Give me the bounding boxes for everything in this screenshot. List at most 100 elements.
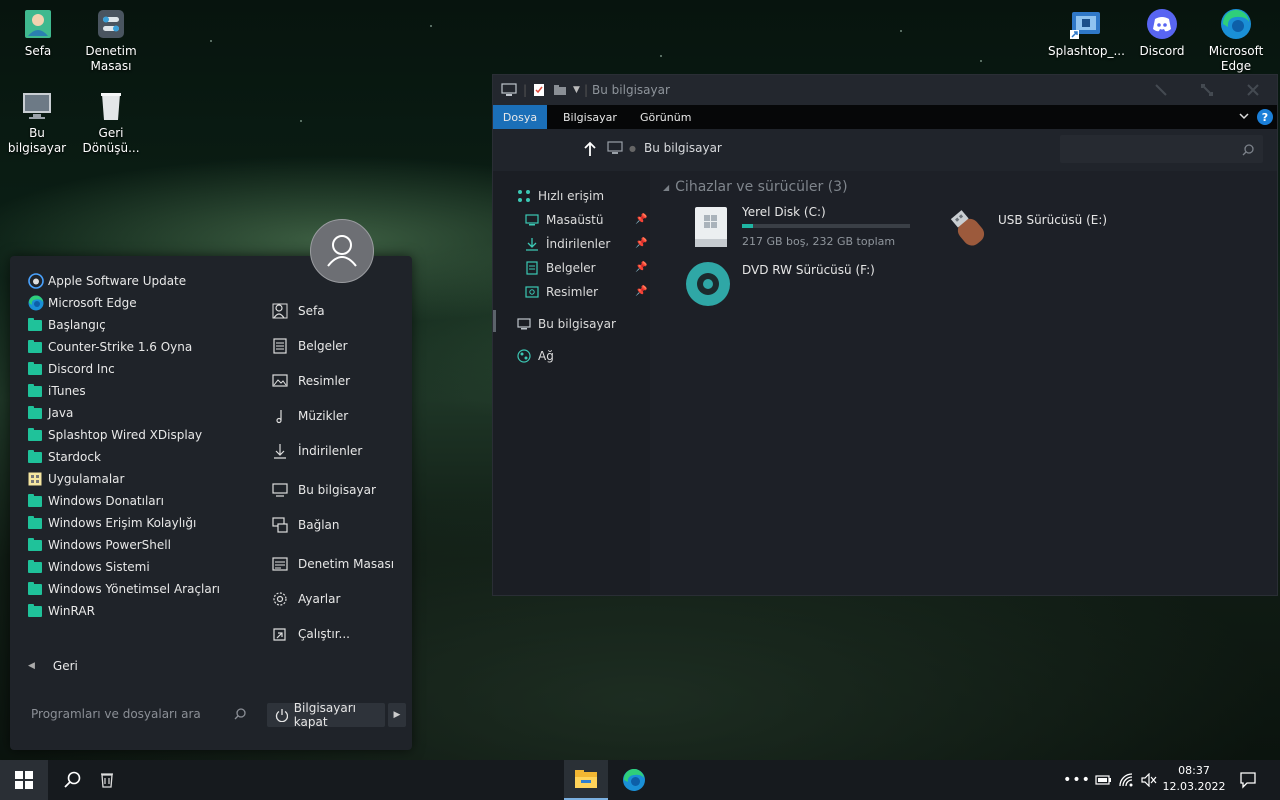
- taskbar-recycle-button[interactable]: [94, 760, 120, 800]
- program-item[interactable]: Windows PowerShell: [28, 534, 171, 556]
- back-button[interactable]: ◀ Geri: [28, 655, 78, 677]
- start-right-item[interactable]: Ayarlar: [272, 588, 340, 610]
- section-header[interactable]: ◢ Cihazlar ve sürücüler (3): [663, 179, 848, 195]
- program-item[interactable]: Java: [28, 402, 73, 424]
- desktop-icon-sefa[interactable]: Sefa: [0, 8, 76, 59]
- start-right-item[interactable]: Belgeler: [272, 335, 348, 357]
- program-item[interactable]: Windows Yönetimsel Araçları: [28, 578, 220, 600]
- program-label: WinRAR: [48, 604, 95, 618]
- pin-icon[interactable]: 📌: [635, 262, 647, 273]
- program-item[interactable]: Splashtop Wired XDisplay: [28, 424, 202, 446]
- start-right-item[interactable]: Bu bilgisayar: [272, 479, 376, 501]
- taskbar-explorer-button[interactable]: [564, 760, 608, 800]
- new-folder-icon[interactable]: [553, 84, 567, 96]
- desktop-icon-control-panel[interactable]: Denetim Masası: [73, 8, 149, 74]
- taskbar-edge-button[interactable]: [612, 760, 656, 800]
- search-box[interactable]: [1060, 135, 1263, 163]
- taskbar: ••• 08:37 12.03.2022: [0, 760, 1280, 800]
- program-item[interactable]: WinRAR: [28, 600, 95, 622]
- nav-documents[interactable]: Belgeler: [525, 258, 596, 278]
- start-right-item[interactable]: Çalıştır...: [272, 623, 350, 645]
- nav-desktop[interactable]: Masaüstü: [525, 210, 603, 230]
- start-right-item[interactable]: Bağlan: [272, 514, 340, 536]
- drive-f[interactable]: DVD RW Sürücüsü (F:): [686, 261, 931, 307]
- desktop-icon-this-pc[interactable]: Bu bilgisayar: [0, 90, 75, 156]
- battery-icon[interactable]: [1092, 760, 1114, 800]
- minimize-icon[interactable]: [1153, 82, 1169, 101]
- pin-icon[interactable]: 📌: [635, 286, 647, 297]
- tab-gorunum[interactable]: Görünüm: [640, 105, 691, 129]
- program-item[interactable]: Counter-Strike 1.6 Oyna: [28, 336, 192, 358]
- start-right-item[interactable]: Resimler: [272, 370, 350, 392]
- tab-dosya[interactable]: Dosya: [493, 105, 547, 129]
- star: [980, 60, 982, 62]
- program-item[interactable]: Windows Erişim Kolaylığı: [28, 512, 196, 534]
- start-right-item[interactable]: Sefa: [272, 300, 325, 322]
- program-item[interactable]: Microsoft Edge: [28, 292, 137, 314]
- pin-icon[interactable]: 📌: [635, 214, 647, 225]
- picture-icon: [272, 373, 288, 389]
- program-item[interactable]: Windows Sistemi: [28, 556, 150, 578]
- maximize-icon[interactable]: [1199, 82, 1215, 101]
- chevron-down-icon[interactable]: [1238, 110, 1250, 125]
- nav-network[interactable]: Ağ: [517, 346, 554, 366]
- power-button[interactable]: Bilgisayarı kapat: [267, 701, 385, 729]
- start-right-label: Sefa: [298, 304, 325, 318]
- nav-this-pc[interactable]: Bu bilgisayar: [517, 314, 616, 334]
- desktop-icon-discord[interactable]: Discord: [1124, 8, 1200, 59]
- desktop-icon-label: Geri Dönüşü...: [82, 126, 140, 155]
- start-right-label: Bu bilgisayar: [298, 483, 376, 497]
- start-right-item[interactable]: İndirilenler: [272, 440, 362, 462]
- program-item[interactable]: Uygulamalar: [28, 468, 124, 490]
- customize-toolbar-icon[interactable]: ▼: [573, 85, 580, 95]
- nav-downloads[interactable]: İndirilenler: [525, 234, 610, 254]
- folder-icon: [28, 581, 42, 595]
- program-item[interactable]: Apple Software Update: [28, 270, 186, 292]
- desktop-icon-recycle-bin[interactable]: Geri Dönüşü...: [73, 90, 149, 156]
- drive-c[interactable]: Yerel Disk (C:) 217 GB boş, 232 GB topla…: [691, 205, 931, 251]
- program-item[interactable]: Başlangıç: [28, 314, 106, 336]
- drive-usage-bar: [742, 224, 910, 228]
- desktop-icon-splashtop[interactable]: Splashtop_...: [1048, 8, 1125, 59]
- program-item[interactable]: Stardock: [28, 446, 101, 468]
- taskbar-search-button[interactable]: [56, 760, 88, 800]
- search-icon: [64, 771, 81, 788]
- program-item[interactable]: Discord Inc: [28, 358, 115, 380]
- start-right-label: Resimler: [298, 374, 351, 388]
- program-item[interactable]: Windows Donatıları: [28, 490, 164, 512]
- pin-icon[interactable]: 📌: [635, 238, 647, 249]
- program-label: Java: [48, 406, 74, 420]
- desktop-icon-edge[interactable]: Microsoft Edge: [1198, 8, 1274, 74]
- search-input[interactable]: Programları ve dosyaları ara: [20, 700, 246, 728]
- start-right-item[interactable]: Denetim Masası: [272, 553, 394, 575]
- chevron-left-icon: ◀: [28, 661, 35, 671]
- computer-icon: [21, 90, 53, 122]
- action-center-button[interactable]: [1232, 760, 1264, 800]
- start-button[interactable]: [0, 760, 48, 800]
- breadcrumb[interactable]: ● Bu bilgisayar: [607, 141, 722, 155]
- show-hidden-icons-button[interactable]: •••: [1063, 760, 1090, 800]
- start-right-item[interactable]: Müzikler: [272, 405, 348, 427]
- properties-icon[interactable]: [533, 83, 545, 97]
- file-explorer-window: | ▼ | Bu bilgisayar Dosya Bilgisayar Gör…: [492, 74, 1278, 596]
- nav-pictures[interactable]: Resimler: [525, 282, 598, 302]
- tab-bilgisayar[interactable]: Bilgisayar: [563, 105, 617, 129]
- drive-e[interactable]: USB Sürücüsü (E:): [943, 205, 1143, 251]
- start-right-label: Denetim Masası: [298, 557, 395, 571]
- desktop-icon-label: Microsoft Edge: [1208, 44, 1264, 73]
- up-arrow-icon[interactable]: [583, 141, 597, 160]
- computer-icon: [517, 317, 531, 331]
- close-icon[interactable]: [1245, 82, 1261, 101]
- power-options-button[interactable]: ▶: [388, 703, 406, 727]
- folder-icon: [28, 339, 42, 353]
- help-icon[interactable]: ?: [1257, 109, 1273, 125]
- nav-quick-access[interactable]: Hızlı erişim: [517, 186, 604, 206]
- program-item[interactable]: iTunes: [28, 380, 86, 402]
- user-avatar[interactable]: [310, 219, 374, 283]
- wifi-icon[interactable]: [1116, 760, 1138, 800]
- power-icon: [275, 709, 288, 722]
- star: [660, 55, 662, 57]
- volume-muted-icon[interactable]: [1138, 760, 1160, 800]
- breadcrumb-item: Bu bilgisayar: [643, 141, 722, 155]
- clock[interactable]: 08:37 12.03.2022: [1160, 763, 1228, 797]
